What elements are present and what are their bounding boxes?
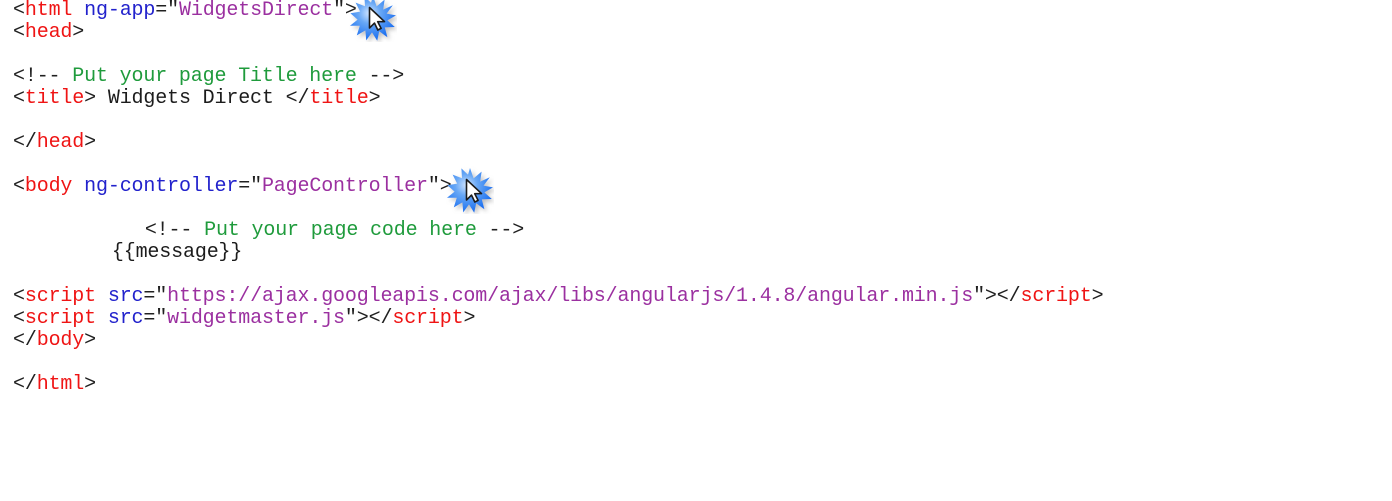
code-token-punct: < bbox=[13, 307, 25, 330]
code-token-tag: script bbox=[1020, 285, 1092, 308]
code-token-punct: < bbox=[13, 87, 25, 110]
code-token-punct: </ bbox=[13, 329, 37, 352]
code-token-attr: ng-app bbox=[84, 0, 156, 22]
code-line: </head> bbox=[13, 132, 96, 154]
code-token-punct: < bbox=[13, 0, 25, 22]
code-token-punct: </ bbox=[996, 285, 1021, 308]
code-token-comment: Put your page Title here bbox=[72, 65, 357, 88]
code-token-punct: > bbox=[84, 87, 96, 110]
code-token-punct: --> bbox=[476, 219, 525, 242]
code-token-punct: =" bbox=[155, 0, 179, 22]
code-token-punct bbox=[72, 175, 84, 198]
code-token-tag: title bbox=[309, 87, 369, 110]
code-token-punct: </ bbox=[368, 307, 393, 330]
code-line: <head> bbox=[13, 22, 84, 44]
code-token-punct: > bbox=[463, 307, 476, 330]
code-token-punct: <!-- bbox=[13, 65, 73, 88]
code-token-attr: ng-controller bbox=[84, 175, 239, 198]
code-token-tag: script bbox=[24, 285, 96, 308]
code-token-tag: title bbox=[24, 87, 85, 110]
code-token-tag: head bbox=[24, 21, 73, 44]
code-token-punct: </ bbox=[13, 131, 37, 154]
code-token-punct: "> bbox=[973, 285, 997, 308]
code-token-punct: > bbox=[84, 131, 96, 154]
code-token-tag: html bbox=[24, 0, 73, 22]
code-token-punct: "> bbox=[344, 307, 369, 330]
code-token-value: https://ajax.googleapis.com/ajax/libs/an… bbox=[167, 285, 974, 308]
code-token-punct: <!-- bbox=[144, 219, 205, 242]
code-token-punct: --> bbox=[356, 65, 405, 88]
code-token-tag: head bbox=[36, 131, 85, 154]
code-token-comment: Put your page code here bbox=[204, 219, 477, 242]
code-token-attr: src bbox=[107, 285, 144, 308]
code-token-punct: "> bbox=[427, 175, 452, 198]
code-token-tag: body bbox=[36, 329, 85, 352]
code-line: </html> bbox=[13, 374, 96, 396]
code-token-value: PageController bbox=[261, 175, 428, 198]
code-line: <html ng-app="WidgetsDirect"> bbox=[13, 0, 357, 22]
code-line: {{message}} bbox=[111, 241, 243, 264]
code-line: <script src="https://ajax.googleapis.com… bbox=[13, 285, 1104, 308]
code-token-punct: > bbox=[1091, 285, 1104, 308]
code-line: <!-- Put your page code here --> bbox=[145, 220, 524, 242]
code-line: <body ng-controller="PageController"> bbox=[13, 176, 452, 198]
code-token-punct: </ bbox=[285, 87, 310, 110]
code-token-punct: > bbox=[84, 373, 96, 396]
code-editor-view[interactable]: <html ng-app="WidgetsDirect"> <head> <!--… bbox=[0, 0, 1392, 501]
code-token-tag: script bbox=[24, 307, 96, 330]
code-token-punct: =" bbox=[143, 285, 168, 308]
click-marker-body-tag bbox=[446, 166, 494, 214]
code-token-punct: < bbox=[13, 21, 25, 44]
code-line: <script src="widgetmaster.js"></script> bbox=[13, 308, 475, 330]
code-token-punct: > bbox=[72, 21, 85, 44]
code-token-punct: </ bbox=[13, 373, 37, 396]
code-token-punct: =" bbox=[143, 307, 168, 330]
code-token-punct: < bbox=[13, 285, 25, 308]
code-token-punct: > bbox=[368, 87, 381, 110]
code-line: </body> bbox=[13, 330, 96, 352]
code-token-text: {{message}} bbox=[111, 241, 243, 264]
code-token-attr: src bbox=[107, 307, 144, 330]
code-token-punct bbox=[96, 285, 108, 308]
code-token-tag: script bbox=[392, 307, 464, 330]
code-token-punct: =" bbox=[238, 175, 262, 198]
code-line: <!-- Put your page Title here --> bbox=[13, 66, 404, 88]
code-token-value: WidgetsDirect bbox=[178, 0, 334, 22]
code-token-punct bbox=[72, 0, 84, 22]
code-token-punct: < bbox=[13, 175, 25, 198]
code-token-punct: "> bbox=[333, 0, 357, 22]
code-token-tag: body bbox=[24, 175, 73, 198]
code-token-punct: > bbox=[84, 329, 96, 352]
code-line: <title> Widgets Direct </title> bbox=[13, 87, 381, 110]
code-token-tag: html bbox=[36, 373, 85, 396]
code-token-punct bbox=[96, 307, 108, 330]
code-token-text: Widgets Direct bbox=[95, 87, 286, 110]
code-token-value: widgetmaster.js bbox=[167, 307, 345, 330]
